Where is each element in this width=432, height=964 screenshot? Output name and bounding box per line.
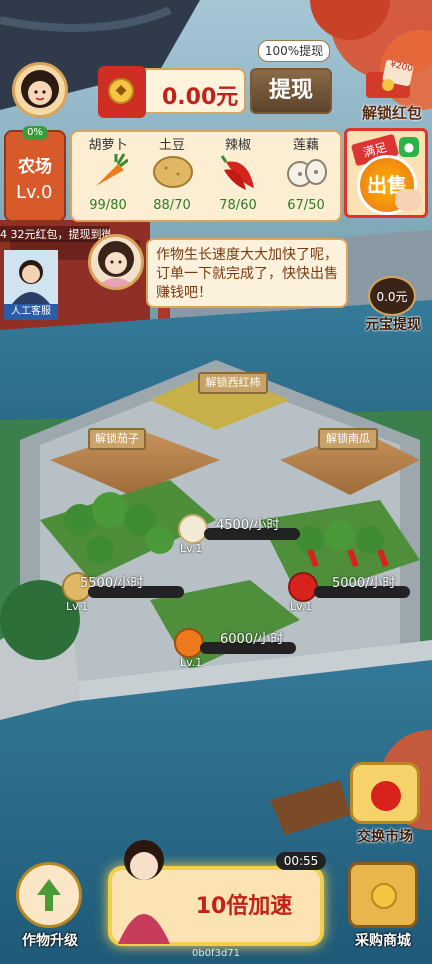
balance-box: ◆ 0.00元 — [98, 66, 246, 118]
rate-text: 5500/小时 — [80, 576, 144, 591]
production-rate[interactable]: 4500/小时 Lv.1 — [178, 514, 304, 556]
potato-icon — [153, 156, 193, 188]
guide-portrait — [88, 234, 144, 290]
coin-icon: ◆ — [108, 78, 134, 104]
footer-code: 0b0f3d71 — [191, 948, 241, 959]
rate-text: 6000/小时 — [220, 632, 284, 647]
wechat-icon: ● — [399, 137, 419, 157]
service-avatar-icon — [4, 250, 58, 304]
carrot-field-art — [64, 492, 174, 564]
coin-icon — [371, 883, 397, 909]
sell-highlight: 满足 ● 出售 — [344, 128, 428, 218]
crop-item: 胡萝卜 99/80 — [78, 134, 138, 220]
player-avatar[interactable] — [12, 62, 68, 118]
balance-amount: 0.00元 — [162, 85, 239, 110]
service-label: 人工客服 — [4, 304, 58, 320]
lotus-root-icon — [178, 514, 208, 544]
crop-name: 莲藕 — [292, 138, 319, 153]
crop-upgrade-button[interactable]: 作物升级 — [10, 862, 90, 954]
farm-label: 农场 — [18, 157, 52, 177]
rate-text: 5000/小时 — [332, 576, 396, 591]
crop-item: 莲藕 67/50 — [276, 134, 336, 220]
production-rate[interactable]: 5500/小时 Lv.1 — [62, 572, 188, 614]
game-scene: ◆ 0.00元 100%提现 提现 ¥200 解锁红包 农场 Lv.0 0% 胡… — [0, 0, 432, 964]
rate-level: Lv.1 — [180, 542, 203, 555]
lotus-root-icon — [287, 159, 327, 187]
avatar-portrait-icon — [21, 70, 59, 108]
boost-panel[interactable]: 10倍加速 00:55 — [108, 840, 326, 948]
hand-pointer-icon — [395, 189, 421, 211]
guide-character-icon — [96, 241, 136, 287]
farm-progress-badge: 0% — [22, 126, 48, 140]
plot-sign[interactable]: 解锁茄子 — [88, 428, 146, 450]
sprout-icon — [37, 879, 61, 911]
carrot-icon — [96, 153, 128, 186]
market-icon — [350, 762, 420, 824]
ticker-prefix: 4 — [0, 228, 7, 241]
exchange-label: 交换市场 — [357, 829, 413, 845]
crops-card: 胡萝卜 99/80 土豆 88/70 辣椒 78/60 莲藕 67/50 — [70, 130, 342, 222]
redpacket-unlock[interactable]: ¥200 — [360, 58, 420, 100]
production-rate[interactable]: 6000/小时 Lv.1 — [174, 628, 300, 670]
redpacket-badge: ◆ — [98, 66, 146, 118]
rate-level: Lv.1 — [180, 656, 203, 669]
plot-sign[interactable]: 解锁西红柿 — [198, 372, 268, 394]
withdraw-button[interactable]: 提现 — [250, 68, 332, 114]
ticker-bar: 4 32元红包，提现到微信 — [0, 226, 110, 242]
crop-name: 胡萝卜 — [88, 138, 128, 153]
exchange-market-button[interactable]: 交换市场 — [342, 762, 428, 848]
crop-name: 辣椒 — [224, 138, 251, 153]
crop-amount: 78/60 — [219, 198, 257, 213]
speech-bubble: 作物生长速度大大加快了呢，订单一下就完成了，快快出售赚钱吧！ — [146, 238, 348, 308]
crop-amount: 99/80 — [89, 198, 127, 213]
shop-label: 采购商城 — [355, 933, 411, 949]
pepper-icon — [220, 155, 254, 190]
pepper-icon — [288, 572, 318, 602]
shop-button[interactable]: 采购商城 — [338, 862, 428, 954]
rate-level: Lv.1 — [66, 600, 89, 613]
customer-service[interactable]: 人工客服 — [4, 250, 58, 322]
crop-item: 辣椒 78/60 — [208, 134, 268, 220]
carrot-icon — [174, 628, 204, 658]
redpacket-label: 解锁红包 — [361, 104, 422, 122]
boost-timer: 00:55 — [276, 852, 326, 870]
yuanbao-amount: 0.0元 — [376, 290, 408, 304]
upgrade-label: 作物升级 — [22, 933, 78, 949]
crop-amount: 67/50 — [287, 198, 325, 213]
ticker-text: 32元红包，提现到微信 — [10, 228, 111, 241]
crop-item: 土豆 88/70 — [142, 134, 202, 220]
crop-amount: 88/70 — [153, 198, 191, 213]
fruit-bag-icon — [371, 781, 401, 811]
rate-level: Lv.1 — [290, 600, 313, 613]
rate-text: 4500/小时 — [216, 518, 280, 533]
plot-sign[interactable]: 解锁南瓜 — [318, 428, 378, 450]
farm-level-box[interactable]: 农场 Lv.0 — [4, 130, 66, 222]
production-rate[interactable]: 5000/小时 Lv.1 — [288, 572, 414, 614]
farm-level: Lv.0 — [16, 182, 53, 203]
crop-name: 土豆 — [158, 138, 185, 153]
withdraw-badge: 100%提现 — [258, 40, 330, 62]
shop-icon — [348, 862, 418, 928]
yuanbao-label: 元宝提现 — [365, 317, 421, 333]
boost-label: 10倍加速 — [195, 894, 293, 919]
upgrade-icon — [16, 862, 82, 928]
